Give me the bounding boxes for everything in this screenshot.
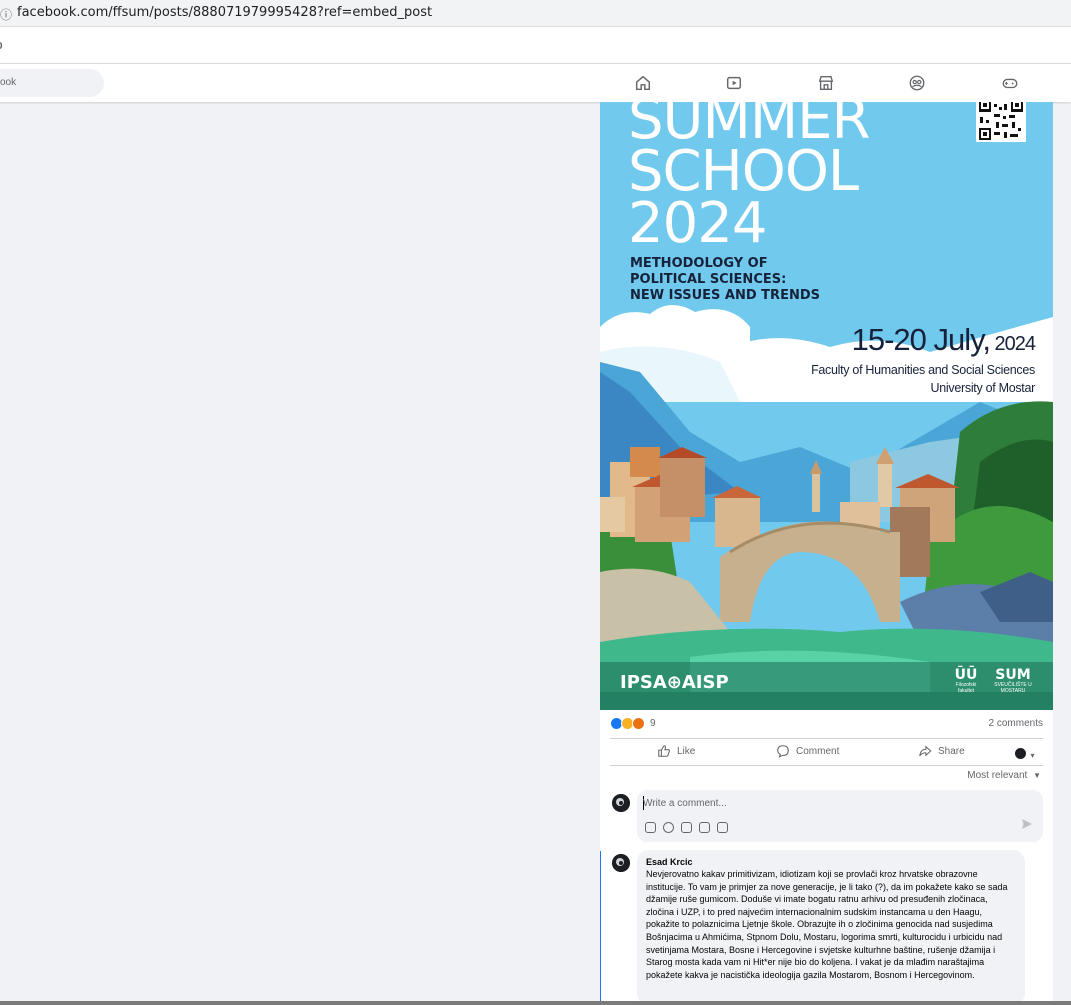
ipsa-logo: IPSA⊕AISP: [620, 672, 729, 693]
reaction-count[interactable]: 9: [650, 718, 656, 729]
poster-date: 15-20 July, 2024: [851, 322, 1036, 358]
comment-count-link[interactable]: 2 comments: [989, 718, 1043, 729]
comment-label: Comment: [796, 746, 840, 757]
comment-text: Nevjerovatno kakav primitivizam, idiotiz…: [646, 869, 1008, 980]
react-as-selector[interactable]: ▾: [1015, 745, 1034, 763]
comment-bubble: Esad Krcic Nevjerovatno kakav primitiviz…: [637, 850, 1025, 1005]
poster-university: University of Mostar: [930, 381, 1036, 395]
search-input[interactable]: ook: [0, 69, 104, 97]
share-button[interactable]: Share: [919, 745, 965, 757]
os-taskbar-edge: [0, 1001, 1071, 1005]
toolbar-partial-glyph: ɔ: [0, 37, 3, 52]
page-avatar-icon: [1015, 748, 1026, 760]
facebook-post: SUMMER SCHOOL 2024 METHODOLOGY OF POLITI…: [600, 102, 1053, 1005]
emoji-icon[interactable]: [663, 822, 674, 833]
avatar-sticker-icon[interactable]: [645, 822, 656, 833]
share-icon: [919, 745, 932, 757]
chevron-down-icon: ▾: [1030, 751, 1035, 760]
send-icon[interactable]: [1021, 818, 1033, 830]
comment-author[interactable]: Esad Krcic: [646, 857, 1016, 867]
poster-date-main: 15-20 July,: [851, 322, 991, 357]
comment-icon: [777, 745, 789, 758]
comment-button[interactable]: Comment: [777, 745, 840, 758]
poster-subtitle-line1: METHODOLOGY OF: [630, 256, 768, 271]
site-info-icon[interactable]: ⓘ: [0, 6, 12, 23]
gif-icon[interactable]: [699, 822, 710, 833]
comment-thread-line: [600, 851, 601, 1005]
marketplace-icon[interactable]: [817, 74, 835, 92]
post-actions: Like Comment Share ▾: [610, 738, 1043, 766]
sort-label: Most relevant: [967, 770, 1028, 781]
home-icon[interactable]: [634, 74, 652, 92]
sticker-icon[interactable]: [717, 822, 728, 833]
comment-input[interactable]: Write a comment...: [643, 798, 727, 809]
poster-date-year: 2024: [989, 333, 1036, 355]
like-label: Like: [677, 746, 696, 757]
poster-subtitle-line2: POLITICAL SCIENCES:: [630, 272, 787, 287]
angry-reaction-icon[interactable]: [632, 717, 645, 730]
reactions-bar: 9 2 comments: [600, 712, 1053, 736]
poster-subtitle: METHODOLOGY OF POLITICAL SCIENCES: NEW I…: [630, 256, 820, 304]
filozofski-fakultet-logo-text: Filozofski fakultet: [955, 682, 977, 694]
url-text[interactable]: facebook.com/ffsum/posts/888071979995428…: [17, 5, 432, 20]
browser-toolbar: ɔ: [0, 27, 1071, 64]
browser-url-bar[interactable]: ⓘ facebook.com/ffsum/posts/8880719799954…: [0, 0, 1071, 27]
facebook-top-nav: ook: [0, 64, 1071, 102]
composer-tools: [645, 820, 735, 838]
sort-chevron-icon: ▼: [1033, 771, 1041, 780]
video-icon[interactable]: [725, 74, 743, 92]
poster-title-line3: 2024: [628, 191, 768, 256]
filozofski-fakultet-logo: ŪŪ Filozofski fakultet: [948, 668, 984, 694]
camera-icon[interactable]: [681, 822, 692, 833]
poster-faculty: Faculty of Humanities and Social Science…: [811, 363, 1035, 377]
commenter-avatar[interactable]: [612, 854, 630, 872]
post-image[interactable]: SUMMER SCHOOL 2024 METHODOLOGY OF POLITI…: [600, 102, 1053, 710]
share-label: Share: [938, 746, 965, 757]
like-button[interactable]: Like: [658, 745, 696, 757]
search-partial-text: ook: [0, 77, 17, 88]
sveuciliste-logo: SUM SVEUČILIŠTE U MOSTARU: [994, 667, 1032, 694]
thumbs-up-icon: [658, 745, 670, 757]
comment-composer[interactable]: Write a comment...: [637, 790, 1043, 842]
groups-icon[interactable]: [908, 74, 926, 92]
poster-subtitle-line3: NEW ISSUES AND TRENDS: [630, 288, 820, 303]
sveuciliste-logo-text: SVEUČILIŠTE U MOSTARU: [994, 682, 1032, 694]
gaming-icon[interactable]: [1001, 74, 1019, 92]
poster-faculty-block: Faculty of Humanities and Social Science…: [811, 361, 1035, 397]
qr-code: [976, 102, 1026, 142]
sort-comments-dropdown[interactable]: Most relevant ▼: [967, 770, 1041, 781]
current-user-avatar[interactable]: [612, 794, 630, 812]
